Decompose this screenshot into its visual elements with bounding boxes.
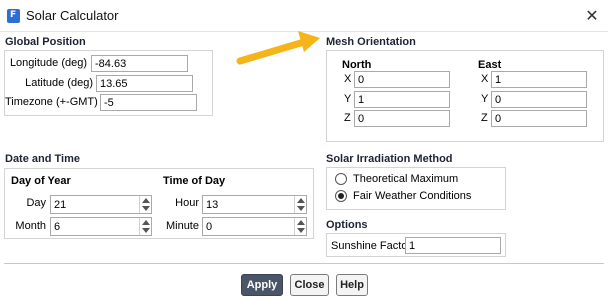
title-bar: Solar Calculator ✕ (0, 0, 608, 32)
east-title: East (478, 59, 502, 71)
north-x-label: X (344, 73, 352, 85)
north-x-field[interactable]: 0 (354, 71, 450, 88)
minute-label: Minute (165, 220, 199, 232)
north-z-label: Z (344, 112, 351, 124)
longitude-label: Longitude (deg) (9, 57, 87, 69)
minute-value: 0 (206, 221, 213, 233)
month-spin-arrows-icon[interactable] (139, 218, 151, 235)
radio-fair-weather-icon[interactable] (335, 190, 347, 202)
month-value: 6 (54, 221, 61, 233)
apply-button[interactable]: Apply (241, 274, 283, 296)
close-button[interactable]: Close (290, 274, 329, 296)
close-icon[interactable]: ✕ (582, 6, 602, 26)
help-button[interactable]: Help (336, 274, 368, 296)
east-x-label: X (481, 73, 489, 85)
east-z-field[interactable]: 0 (491, 110, 587, 127)
date-time-title: Date and Time (5, 153, 80, 165)
global-position-group: Longitude (deg) -84.63 Latitude (deg) 13… (4, 50, 213, 116)
north-y-label: Y (344, 93, 352, 105)
radio-fair-weather-label[interactable]: Fair Weather Conditions (353, 190, 471, 202)
radio-theoretical-icon[interactable] (335, 173, 347, 185)
hour-value: 13 (206, 199, 219, 211)
longitude-field[interactable]: -84.63 (91, 55, 188, 72)
minute-spin-arrows-icon[interactable] (294, 218, 306, 235)
north-title: North (342, 59, 372, 71)
east-y-label: Y (481, 93, 489, 105)
mesh-orientation-group: North X 0 Y 1 Z 0 East X 1 Y 0 Z 0 (326, 50, 604, 142)
options-group: Sunshine Factor 1 (326, 233, 506, 257)
latitude-field[interactable]: 13.65 (96, 75, 193, 92)
irradiation-group: Theoretical Maximum Fair Weather Conditi… (326, 167, 506, 210)
mesh-orientation-title: Mesh Orientation (326, 36, 416, 48)
radio-theoretical-label[interactable]: Theoretical Maximum (353, 173, 458, 185)
timezone-field[interactable]: -5 (100, 94, 197, 111)
options-title: Options (326, 219, 368, 231)
sunshine-factor-field[interactable]: 1 (405, 237, 501, 254)
north-y-field[interactable]: 1 (354, 91, 450, 108)
global-position-title: Global Position (5, 36, 86, 48)
time-of-day-group: Time of Day Hour 13 Minute 0 (160, 170, 312, 237)
fluent-app-icon (7, 9, 20, 23)
minute-spinner[interactable]: 0 (202, 217, 307, 236)
east-y-field[interactable]: 0 (491, 91, 587, 108)
month-label: Month (15, 220, 46, 232)
annotation-arrow-icon (236, 31, 320, 65)
footer-divider (4, 263, 604, 264)
latitude-label: Latitude (deg) (25, 77, 93, 89)
hour-spin-arrows-icon[interactable] (294, 196, 306, 213)
east-x-field[interactable]: 1 (491, 71, 587, 88)
timezone-label: Timezone (+-GMT) (5, 96, 98, 108)
date-time-group: Day of Year Day 21 Month 6 Time of Day H… (4, 168, 314, 239)
window-title: Solar Calculator (26, 8, 119, 23)
day-of-year-title: Day of Year (11, 175, 71, 187)
irradiation-title: Solar Irradiation Method (326, 153, 453, 165)
day-spinner[interactable]: 21 (50, 195, 152, 214)
day-of-year-group: Day of Year Day 21 Month 6 (6, 170, 158, 237)
hour-label: Hour (175, 197, 199, 209)
day-spin-arrows-icon[interactable] (139, 196, 151, 213)
hour-spinner[interactable]: 13 (202, 195, 307, 214)
month-spinner[interactable]: 6 (50, 217, 152, 236)
time-of-day-title: Time of Day (163, 175, 226, 187)
day-value: 21 (54, 199, 67, 211)
day-label: Day (26, 197, 46, 209)
east-z-label: Z (481, 112, 488, 124)
north-z-field[interactable]: 0 (354, 110, 450, 127)
sunshine-factor-label: Sunshine Factor (331, 240, 412, 252)
